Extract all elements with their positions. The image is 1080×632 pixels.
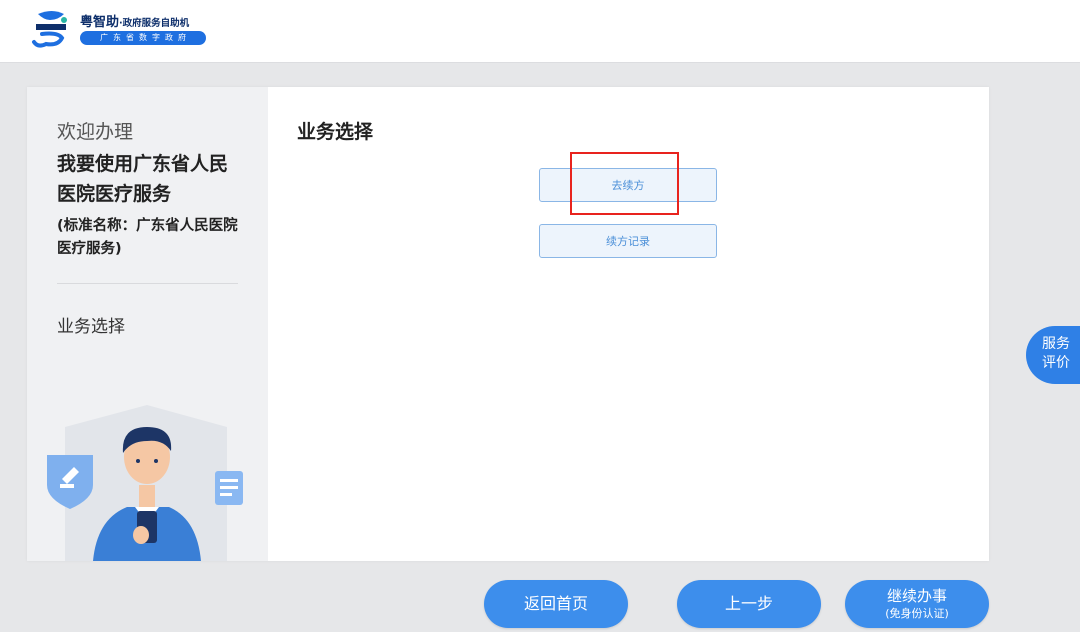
assistant-illustration-icon [47,405,243,561]
previous-step-button[interactable]: 上一步 [677,580,821,628]
rating-tab-line1: 服务 [1042,336,1070,352]
brand-title: 粤智助·政府服务自助机 [80,11,189,30]
brand-subtitle: ·政府服务自助机 [119,18,190,29]
renew-prescription-button[interactable]: 去续方 [539,168,717,202]
brand-org-pill: 广东省数字政府 [80,31,206,45]
current-step-label: 业务选择 [57,317,125,337]
brand-title-main: 粤智助 [80,15,120,30]
continue-sublabel: (免身份认证) [885,607,949,620]
standard-name: (标准名称：广东省人民医院医疗服务) [57,218,238,257]
page-title: 业务选择 [297,121,374,143]
content-panel: 欢迎办理 我要使用广东省人民医院医疗服务 (标准名称：广东省人民医院医疗服务) … [27,87,989,561]
service-rating-tab[interactable]: 服务 评价 [1026,326,1080,384]
prescription-records-button[interactable]: 续方记录 [539,224,717,258]
welcome-label: 欢迎办理 [57,121,134,143]
sidebar: 欢迎办理 我要使用广东省人民医院医疗服务 (标准名称：广东省人民医院医疗服务) … [27,87,268,561]
continue-label: 继续办事 [886,587,947,605]
brand-logo-icon [32,11,67,48]
sidebar-divider [57,283,238,284]
rating-tab-line2: 评价 [1042,355,1070,371]
app-header: 粤智助·政府服务自助机 广东省数字政府 [0,0,1080,63]
continue-button[interactable]: 继续办事 (免身份认证) [845,580,989,628]
service-name: 我要使用广东省人民医院医疗服务 [57,153,229,205]
back-home-button[interactable]: 返回首页 [484,580,628,628]
